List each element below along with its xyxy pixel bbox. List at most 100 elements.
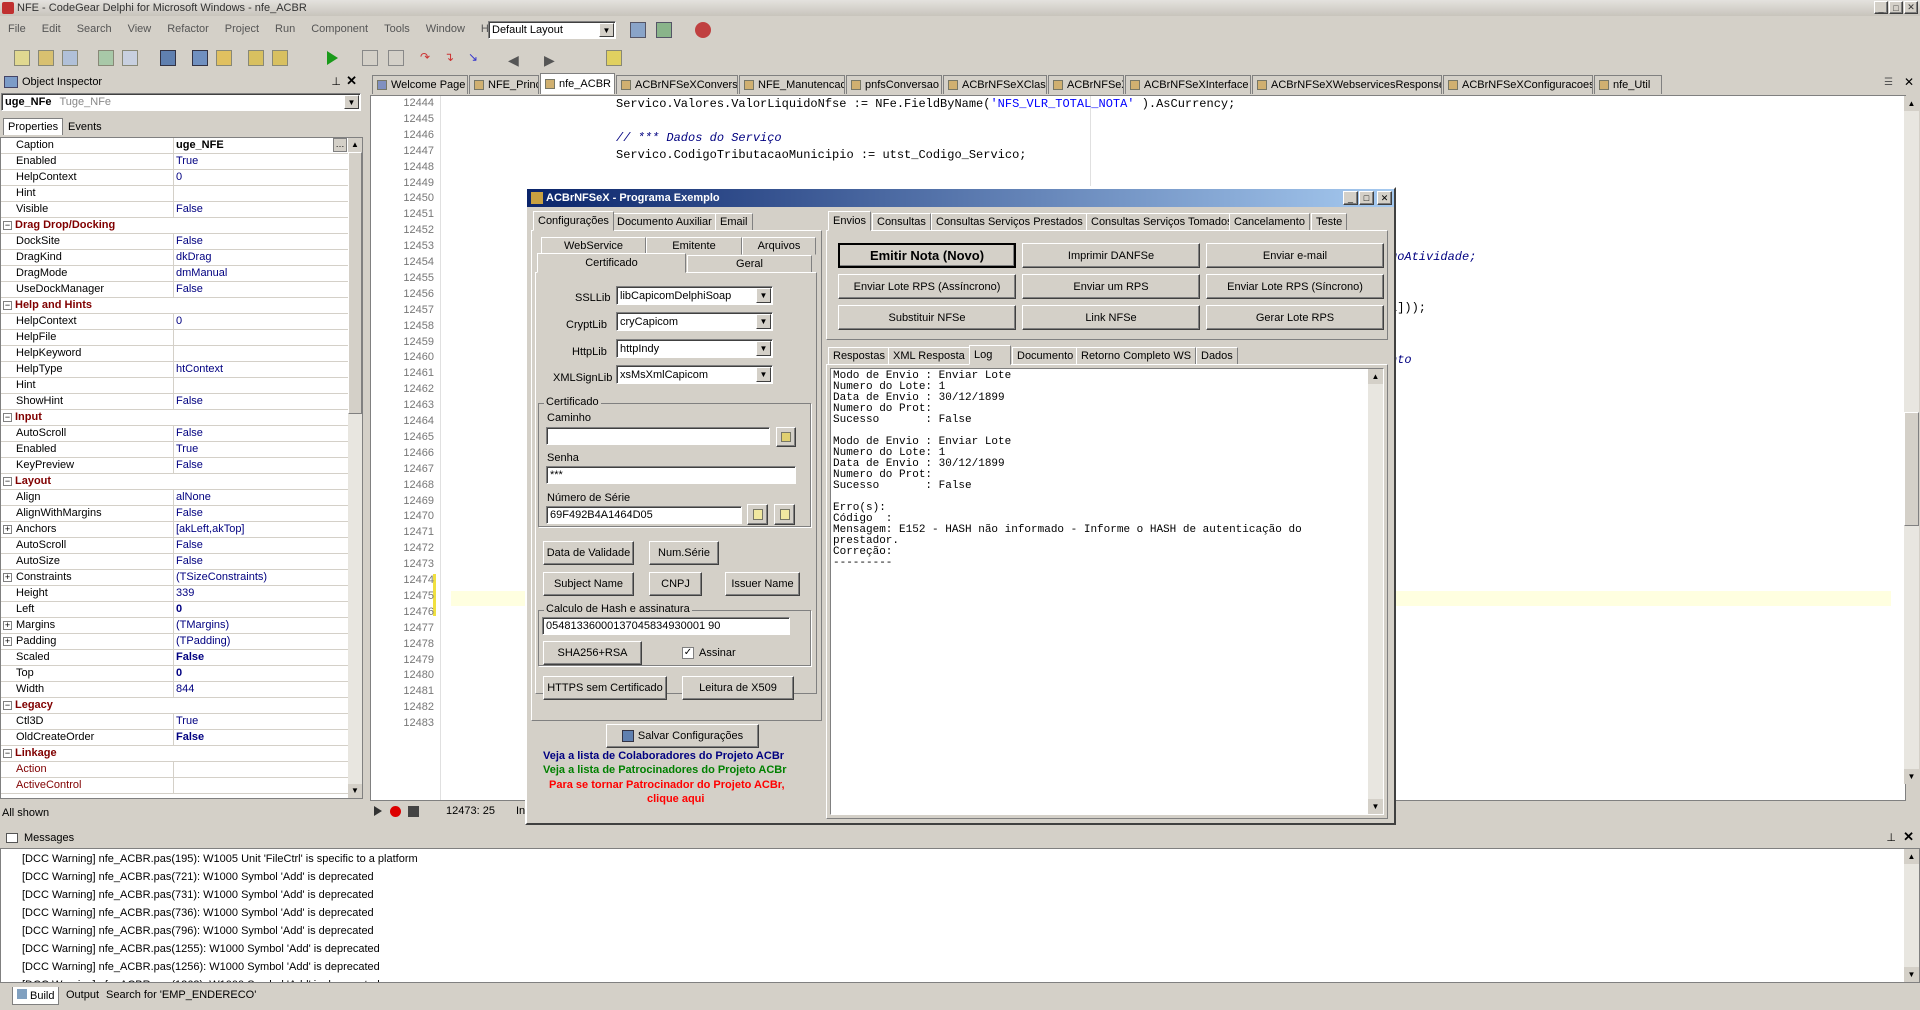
property-value[interactable]: False — [176, 395, 203, 407]
scroll-down-icon[interactable]: ▼ — [348, 784, 362, 798]
property-row[interactable]: Width 844 — [1, 682, 349, 698]
property-scrollbar[interactable]: ▲ ▼ — [348, 138, 362, 798]
dialog-minimize-button[interactable]: _ — [1343, 191, 1358, 205]
property-value[interactable]: True — [176, 443, 198, 455]
tab-retorno-completo[interactable]: Retorno Completo WS — [1076, 347, 1197, 365]
property-row[interactable]: Scaled False — [1, 650, 349, 666]
save-desktop-icon[interactable] — [630, 22, 646, 38]
property-row[interactable]: Enabled True — [1, 154, 349, 170]
open-project-icon[interactable] — [62, 50, 78, 66]
subtab-arquivos[interactable]: Arquivos — [742, 237, 816, 255]
scroll-thumb[interactable] — [348, 152, 362, 414]
message-line[interactable]: [DCC Warning] nfe_ACBR.pas(1256): W1000 … — [22, 961, 380, 973]
message-line[interactable]: [DCC Warning] nfe_ACBR.pas(1263): W1000 … — [22, 979, 380, 982]
record-macro-icon[interactable] — [390, 806, 401, 817]
tab-consultas-prestados[interactable]: Consultas Serviços Prestados — [931, 213, 1088, 231]
maximize-button[interactable]: □ — [1889, 1, 1903, 14]
inspector-tab-properties[interactable]: Properties — [3, 118, 63, 135]
collapse-icon[interactable]: − — [3, 413, 12, 422]
browse-file-button[interactable] — [776, 427, 796, 447]
property-value[interactable]: 339 — [176, 587, 194, 599]
property-row[interactable]: UseDockManager False — [1, 282, 349, 298]
property-row[interactable]: KeyPreview False — [1, 458, 349, 474]
ssllib-combo[interactable]: libCapicomDelphiSoap ▼ — [616, 286, 773, 305]
property-row[interactable]: + Anchors [akLeft,akTop] — [1, 522, 349, 538]
editor-tab-acbrnfsexclass[interactable]: ACBrNFSeXClass — [943, 75, 1047, 94]
editor-tab-welcome-page[interactable]: Welcome Page — [372, 75, 468, 94]
scroll-up-icon[interactable]: ▲ — [1904, 849, 1919, 864]
property-value[interactable]: alNone — [176, 491, 211, 503]
editor-tab-pnfsconversao[interactable]: pnfsConversao — [846, 75, 942, 94]
collapse-icon[interactable]: − — [3, 301, 12, 310]
menu-project[interactable]: Project — [217, 23, 267, 35]
tab-list-dropdown-icon[interactable]: ☰ — [1884, 77, 1893, 88]
pin-icon[interactable]: ⊥ — [1886, 831, 1896, 844]
component-palette-icon[interactable] — [606, 50, 622, 66]
enviar-lote-assincrono-button[interactable]: Enviar Lote RPS (Assíncrono) — [838, 274, 1016, 299]
pause-icon[interactable] — [362, 50, 378, 66]
property-value[interactable]: 0 — [176, 171, 182, 183]
scroll-down-icon[interactable]: ▼ — [1368, 799, 1383, 814]
layout-combo[interactable]: Default Layout ▼ — [488, 21, 616, 39]
sha256-rsa-button[interactable]: SHA256+RSA — [543, 641, 642, 665]
enviar-email-button[interactable]: Enviar e-mail — [1206, 243, 1384, 268]
property-value[interactable]: False — [176, 731, 204, 743]
expand-icon[interactable]: + — [3, 525, 12, 534]
export-icon[interactable] — [272, 50, 288, 66]
property-row[interactable]: HelpType htContext — [1, 362, 349, 378]
property-value[interactable]: False — [176, 459, 203, 471]
enviar-lote-sincrono-button[interactable]: Enviar Lote RPS (Síncrono) — [1206, 274, 1384, 299]
menu-view[interactable]: View — [120, 23, 160, 35]
tab-consultas-tomados[interactable]: Consultas Serviços Tomados — [1086, 213, 1238, 231]
property-value[interactable]: False — [176, 651, 204, 663]
select-cert-list-button[interactable] — [774, 504, 795, 525]
collapse-icon[interactable]: − — [3, 221, 12, 230]
trace-into-icon[interactable]: ↴ — [444, 50, 460, 66]
property-category[interactable]: − Drag Drop/Docking — [1, 218, 349, 234]
property-value[interactable]: False — [176, 507, 203, 519]
tab-respostas[interactable]: Respostas — [828, 347, 890, 365]
run-icon[interactable] — [327, 51, 338, 65]
property-row[interactable]: Caption uge_NFE… — [1, 138, 349, 154]
menu-run[interactable]: Run — [267, 23, 303, 35]
set-debug-desktop-icon[interactable] — [656, 22, 672, 38]
minimize-button[interactable]: _ — [1874, 1, 1888, 14]
gerar-lote-rps-button[interactable]: Gerar Lote RPS — [1206, 305, 1384, 330]
editor-tab-acbrnfsexconfiguracoes[interactable]: ACBrNFSeXConfiguracoes — [1443, 75, 1593, 94]
scroll-thumb[interactable] — [1904, 412, 1919, 526]
property-row[interactable]: + Margins (TMargins) — [1, 618, 349, 634]
message-line[interactable]: [DCC Warning] nfe_ACBR.pas(796): W1000 S… — [22, 925, 374, 937]
cryptlib-combo[interactable]: cryCapicom ▼ — [616, 312, 773, 331]
property-row[interactable]: Ctl3D True — [1, 714, 349, 730]
tab-configuracoes[interactable]: Configurações — [533, 211, 614, 231]
expand-icon[interactable]: + — [3, 621, 12, 630]
property-row[interactable]: HelpFile — [1, 330, 349, 346]
pin-icon[interactable]: ⊥ — [331, 75, 341, 88]
property-row[interactable]: Visible False — [1, 202, 349, 218]
caminho-input[interactable] — [546, 427, 770, 445]
property-value[interactable]: (TSizeConstraints) — [176, 571, 267, 583]
collapse-icon[interactable]: − — [3, 749, 12, 758]
tab-search-results[interactable]: Search for 'EMP_ENDERECO' — [102, 987, 260, 1005]
help-icon[interactable] — [695, 22, 711, 38]
object-selector[interactable]: uge_NFe Tuge_NFe ▼ — [1, 93, 361, 111]
property-value[interactable]: uge_NFE — [176, 139, 224, 151]
link-colaboradores[interactable]: Veja a lista de Colaboradores do Projeto… — [543, 750, 784, 762]
collapse-icon[interactable]: − — [3, 701, 12, 710]
tab-cancelamento[interactable]: Cancelamento — [1229, 213, 1310, 231]
message-line[interactable]: [DCC Warning] nfe_ACBR.pas(731): W1000 S… — [22, 889, 374, 901]
dialog-maximize-button[interactable]: □ — [1359, 191, 1374, 205]
assinar-checkbox[interactable]: ✓ — [682, 647, 694, 659]
editor-tab-nfe-acbr[interactable]: nfe_ACBR — [540, 73, 615, 94]
messages-list[interactable]: [DCC Warning] nfe_ACBR.pas(195): W1005 U… — [0, 848, 1920, 983]
subtab-certificado[interactable]: Certificado — [537, 253, 686, 273]
httplib-combo[interactable]: httpIndy ▼ — [616, 339, 773, 358]
num-serie-button[interactable]: Num.Série — [649, 541, 719, 565]
property-row[interactable]: + Constraints (TSizeConstraints) — [1, 570, 349, 586]
play-macro-icon[interactable] — [374, 806, 382, 816]
property-row[interactable]: AutoScroll False — [1, 426, 349, 442]
data-validade-button[interactable]: Data de Validade — [543, 541, 634, 565]
editor-tab-nfe-principal[interactable]: NFE_Principal — [469, 75, 539, 94]
open-folder-icon[interactable] — [216, 50, 232, 66]
messages-scrollbar[interactable]: ▲ ▼ — [1904, 849, 1919, 982]
